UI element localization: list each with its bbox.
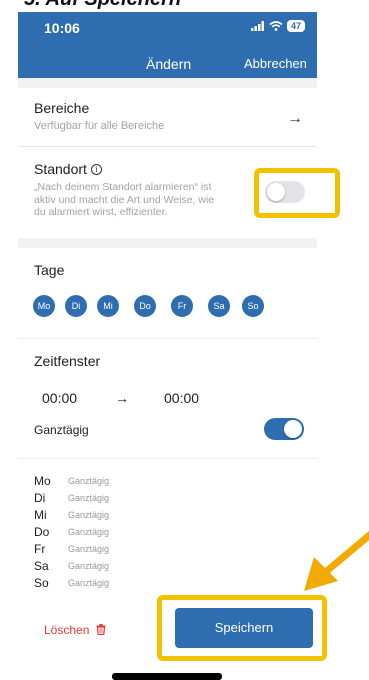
- day-chip-do[interactable]: Do: [134, 295, 156, 317]
- signal-icon: [250, 21, 264, 31]
- toggle-knob: [284, 420, 302, 438]
- callout-arrow-icon: [304, 530, 369, 591]
- schedule-day: So: [34, 576, 49, 590]
- location-description-line: aktiv und macht die Art und Weise, wie: [34, 193, 215, 206]
- day-chip-mo[interactable]: Mo: [33, 295, 55, 317]
- schedule-day: Di: [34, 491, 46, 505]
- home-indicator: [112, 673, 222, 680]
- save-highlight-frame: [157, 595, 327, 661]
- delete-label: Löschen: [44, 623, 90, 637]
- days-card: Tage Mo Di Mi Do Fr Sa So Zeitfenster 00…: [18, 248, 317, 600]
- schedule-value: Ganztägig: [68, 527, 110, 537]
- time-window-title: Zeitfenster: [34, 353, 101, 369]
- day-chip-di[interactable]: Di: [65, 295, 87, 317]
- info-icon[interactable]: i: [90, 164, 102, 175]
- end-time[interactable]: 00:00: [164, 390, 199, 406]
- all-day-toggle[interactable]: [264, 418, 304, 440]
- all-day-label: Ganztägig: [34, 423, 89, 437]
- location-description-line: du alarmiert wirst, effizienter.: [34, 206, 168, 218]
- status-time: 10:06: [44, 20, 80, 36]
- schedule-value: Ganztägig: [68, 476, 110, 486]
- day-chip-mi[interactable]: Mi: [97, 295, 119, 317]
- schedule-day: Mo: [34, 474, 51, 488]
- page-title: Ändern: [146, 56, 192, 72]
- schedule-value: Ganztägig: [68, 561, 110, 571]
- schedule-value: Ganztägig: [68, 510, 110, 520]
- battery-icon: 47: [286, 20, 305, 32]
- schedule-day: Sa: [34, 559, 49, 573]
- trash-icon: [96, 624, 106, 636]
- divider: [18, 338, 317, 339]
- screenshot: 5. Auf Speichern 10:06 47 Ändern Abbrech…: [0, 0, 369, 680]
- schedule-day: Fr: [34, 542, 46, 556]
- divider: [18, 458, 317, 459]
- wifi-icon: [269, 21, 283, 31]
- days-title: Tage: [34, 262, 65, 278]
- day-chip-sa[interactable]: Sa: [208, 295, 230, 317]
- areas-title: Bereiche: [34, 100, 90, 116]
- schedule-value: Ganztägig: [68, 578, 110, 588]
- schedule-day: Do: [34, 525, 50, 539]
- location-description: „Nach deinem Standort alarmieren“ ist ak…: [34, 181, 284, 219]
- location-description-line: „Nach deinem Standort alarmieren“ ist: [34, 181, 212, 193]
- cancel-button[interactable]: Abbrechen: [244, 56, 307, 71]
- day-chip-fr[interactable]: Fr: [171, 295, 193, 317]
- toggle-highlight-frame: [254, 168, 340, 218]
- areas-subtitle: Verfügbar für alle Bereiche: [34, 120, 165, 132]
- delete-button[interactable]: Löschen: [44, 623, 106, 637]
- location-title-wrap: Standort i: [34, 161, 102, 177]
- day-chip-so[interactable]: So: [242, 295, 264, 317]
- schedule-day: Mi: [34, 508, 47, 522]
- schedule-value: Ganztägig: [68, 544, 110, 554]
- areas-row[interactable]: Bereiche Verfügbar für alle Bereiche →: [18, 88, 317, 146]
- schedule-value: Ganztägig: [68, 493, 110, 503]
- instruction-caption: 5. Auf Speichern: [24, 0, 181, 11]
- location-title: Standort: [34, 161, 87, 177]
- app-header: 10:06 47 Ändern Abbrechen: [18, 12, 317, 78]
- arrow-right-icon: →: [115, 390, 129, 406]
- arrow-right-icon: →: [287, 110, 303, 127]
- start-time[interactable]: 00:00: [42, 390, 77, 406]
- status-icons: 47: [250, 20, 305, 32]
